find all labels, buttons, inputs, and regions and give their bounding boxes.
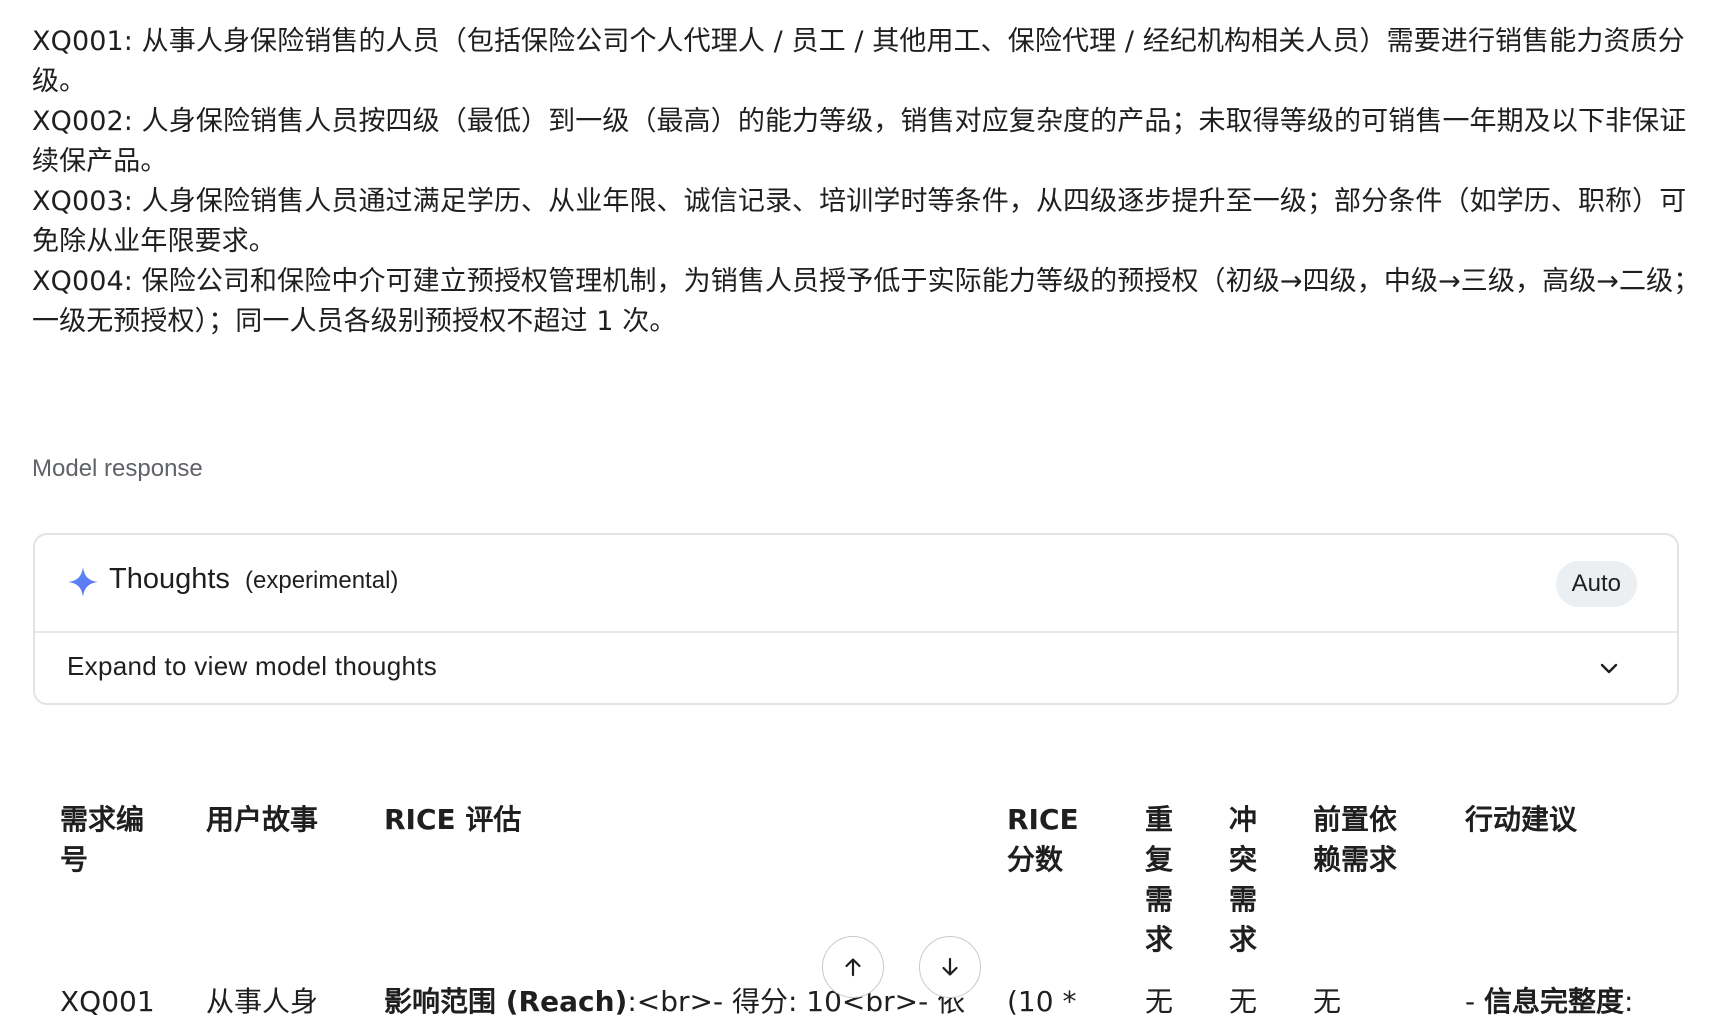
column-header: 用户故事 (206, 803, 319, 836)
action-cell: - 信息完整度: (1437, 978, 1672, 1022)
prompt-line: XQ004: 保险公司和保险中介可建立预授权管理机制，为销售人员授予低于实际能力… (32, 266, 1701, 337)
rice-score-cell: (10 * (1007, 985, 1077, 1018)
column-header: 冲突需求 (1229, 803, 1258, 956)
duplicate-cell: 无 (1145, 985, 1174, 1018)
rice-evaluation-cell: 影响范围 (Reach):<br>- 得分: 10<br>- 依 (356, 978, 979, 1022)
thinking-mode-badge[interactable]: Auto (1555, 561, 1637, 607)
arrow-up-icon (845, 958, 861, 977)
action-prefix: - (1465, 985, 1485, 1018)
user-story-cell: 从事人身 (206, 985, 319, 1018)
prompt-line: XQ003: 人身保险销售人员通过满足学历、从业年限、诚信记录、培训学时等条件，… (32, 186, 1687, 257)
expand-thoughts-button[interactable]: Expand to view model thoughts (35, 633, 1677, 703)
column-header: 前置依赖需求 (1313, 803, 1398, 876)
scroll-down-button[interactable] (919, 936, 981, 998)
scroll-up-button[interactable] (822, 936, 884, 998)
model-response-label: Model response (32, 455, 203, 482)
column-header: RICE 评估 (384, 803, 522, 836)
chevron-down-icon (1600, 663, 1618, 674)
rice-reach-label: 影响范围 (Reach) (384, 985, 628, 1018)
column-header: 需求编号 (60, 803, 145, 876)
arrow-down-icon (942, 957, 958, 976)
sparkle-icon (68, 567, 98, 597)
requirements-table-container[interactable]: 需求编号 用户故事 RICE 评估 RICE 分数 重复需求 冲突需求 前置依赖… (32, 790, 1702, 1032)
thoughts-header: Thoughts (experimental) Auto (35, 535, 1677, 633)
thoughts-panel: Thoughts (experimental) Auto Expand to v… (33, 533, 1679, 705)
requirement-id-cell: XQ001 (60, 985, 155, 1018)
thoughts-subtitle: (experimental) (245, 567, 399, 594)
rice-evaluation-text: :<br>- 得分: 10<br>- 依 (627, 985, 966, 1018)
dependency-cell: 无 (1313, 985, 1342, 1018)
prompt-line: XQ001: 从事人身保险销售的人员（包括保险公司个人代理人 / 员工 / 其他… (32, 26, 1685, 97)
action-label: 信息完整度 (1484, 985, 1625, 1018)
prompt-line: XQ002: 人身保险销售人员按四级（最低）到一级（最高）的能力等级，销售对应复… (32, 106, 1687, 177)
conflict-cell: 无 (1229, 985, 1258, 1018)
column-header: 重复需求 (1145, 803, 1174, 956)
column-header: 行动建议 (1465, 803, 1578, 836)
column-header: RICE 分数 (1007, 803, 1079, 876)
user-prompt: XQ001: 从事人身保险销售的人员（包括保险公司个人代理人 / 员工 / 其他… (32, 22, 1702, 342)
expand-thoughts-label: Expand to view model thoughts (67, 651, 438, 681)
thoughts-title: Thoughts (109, 563, 230, 595)
action-rest: : (1624, 985, 1634, 1018)
